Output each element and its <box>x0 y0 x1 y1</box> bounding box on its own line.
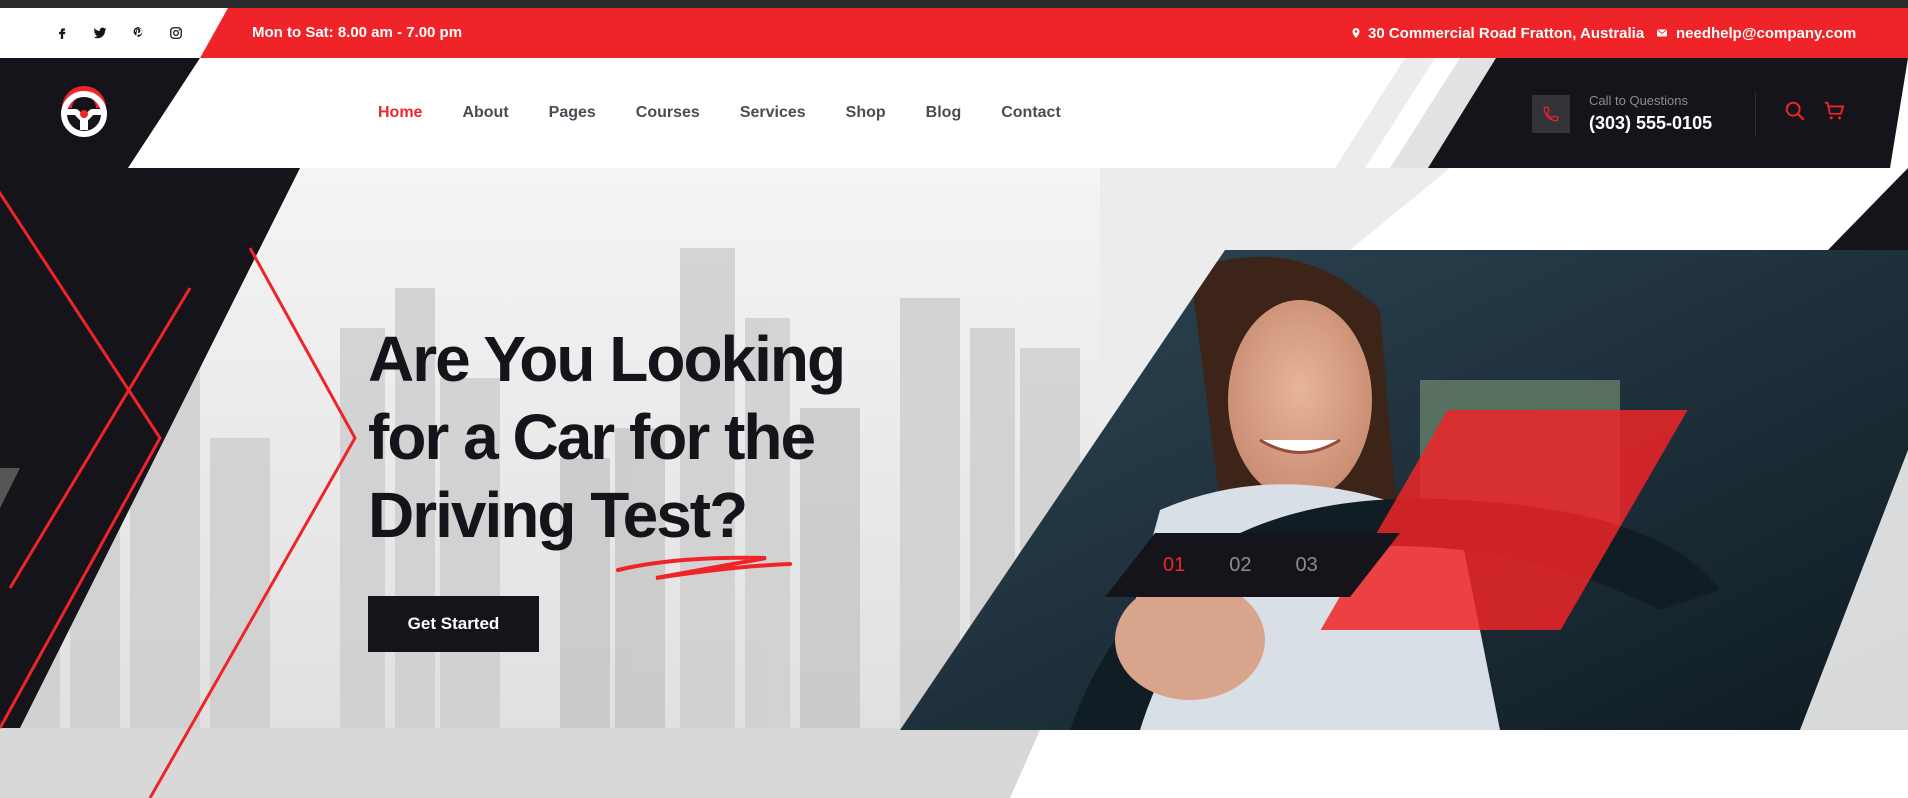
slide-indicator-2[interactable]: 02 <box>1229 554 1265 577</box>
twitter-icon[interactable] <box>90 23 110 43</box>
divider <box>1755 92 1756 136</box>
opening-hours: Mon to Sat: 8.00 am - 7.00 pm <box>252 24 463 41</box>
nav-about[interactable]: About <box>462 104 508 122</box>
main-nav: Home About Pages Courses Services Shop B… <box>378 58 1061 168</box>
call-label: Call to Questions <box>1589 93 1688 108</box>
instagram-icon[interactable] <box>166 23 186 43</box>
phone-button[interactable] <box>1532 95 1570 133</box>
hero-section <box>0 168 1908 798</box>
pinterest-icon[interactable] <box>128 23 148 43</box>
nav-pages[interactable]: Pages <box>549 104 596 122</box>
page: Mon to Sat: 8.00 am - 7.00 pm 30 Commerc… <box>0 0 1908 798</box>
slide-indicator-1[interactable]: 01 <box>1163 554 1199 577</box>
facebook-icon[interactable] <box>52 23 72 43</box>
slide-indicator-3[interactable]: 03 <box>1296 554 1332 577</box>
hero-heading-line: Driving Test? <box>368 479 748 551</box>
nav-contact[interactable]: Contact <box>1001 104 1061 122</box>
decor-band <box>1350 168 1908 250</box>
address-text: 30 Commercial Road Fratton, Australia <box>1368 24 1645 42</box>
logo-icon[interactable] <box>56 84 112 140</box>
nav-blog[interactable]: Blog <box>926 104 962 122</box>
envelope-icon <box>1657 29 1667 37</box>
address: 30 Commercial Road Fratton, Australia <box>1350 8 1644 58</box>
nav-courses[interactable]: Courses <box>636 104 700 122</box>
decor-band <box>1010 730 1908 798</box>
nav-home[interactable]: Home <box>378 104 422 122</box>
map-pin-icon <box>1352 28 1360 38</box>
hero-heading-line: for a Car for the <box>368 401 816 473</box>
hero-heading: Are You Looking for a Car for the Drivin… <box>368 320 888 554</box>
nav-services[interactable]: Services <box>740 104 806 122</box>
search-icon[interactable] <box>1784 100 1806 122</box>
cart-icon[interactable] <box>1823 100 1845 122</box>
slider-pagination: 01 02 03 <box>1105 533 1400 597</box>
nav-shop[interactable]: Shop <box>846 104 886 122</box>
social-links <box>52 8 186 58</box>
top-strip <box>0 0 1908 8</box>
phone-icon <box>1543 106 1559 122</box>
email[interactable]: needhelp@company.com <box>1656 8 1856 58</box>
get-started-button[interactable]: Get Started <box>368 596 539 652</box>
hero-heading-line: Are You Looking <box>368 323 846 395</box>
underline-swoosh <box>616 555 792 580</box>
email-text[interactable]: needhelp@company.com <box>1676 25 1856 42</box>
call-number[interactable]: (303) 555-0105 <box>1589 113 1712 134</box>
